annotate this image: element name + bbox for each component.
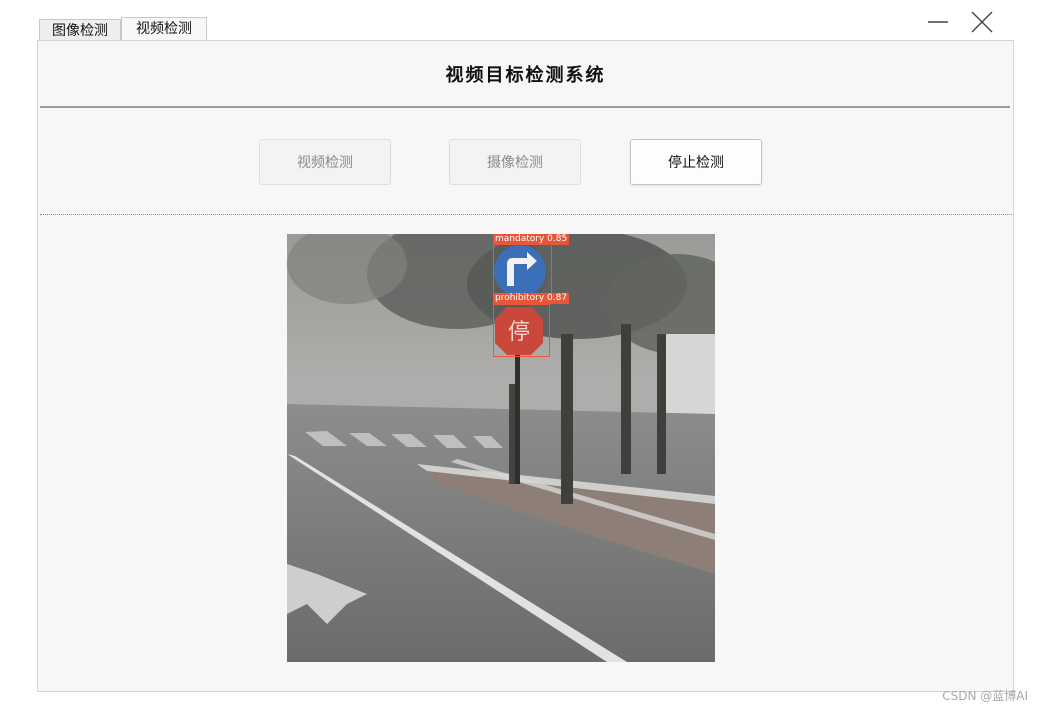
window-controls <box>922 8 1022 38</box>
detection-box-prohibitory <box>493 304 550 357</box>
detection-label-prohibitory: prohibitory 0.87 <box>493 293 570 304</box>
close-icon <box>971 11 993 33</box>
stop-detect-button[interactable]: 停止检测 <box>630 139 762 185</box>
video-detect-button[interactable]: 视频检测 <box>259 139 391 185</box>
detection-label-mandatory: mandatory 0.85 <box>493 234 570 245</box>
watermark: CSDN @蓝博AI <box>942 689 1028 703</box>
title-divider <box>40 106 1010 108</box>
page-title: 视频目标检测系统 <box>445 65 606 86</box>
tab-video-detection[interactable]: 视频检测 <box>121 17 207 41</box>
camera-detect-button[interactable]: 摄像检测 <box>449 139 581 185</box>
minimize-button[interactable] <box>922 8 954 36</box>
toolbar-divider <box>40 214 1012 215</box>
close-button[interactable] <box>966 8 998 36</box>
tab-image-detection[interactable]: 图像检测 <box>39 19 121 41</box>
main-panel: 视频目标检测系统 视频检测 摄像检测 停止检测 停 mandatory 0.85… <box>37 40 1014 692</box>
video-display: 停 mandatory 0.85 prohibitory 0.87 <box>287 234 715 662</box>
minimize-icon <box>928 21 948 23</box>
